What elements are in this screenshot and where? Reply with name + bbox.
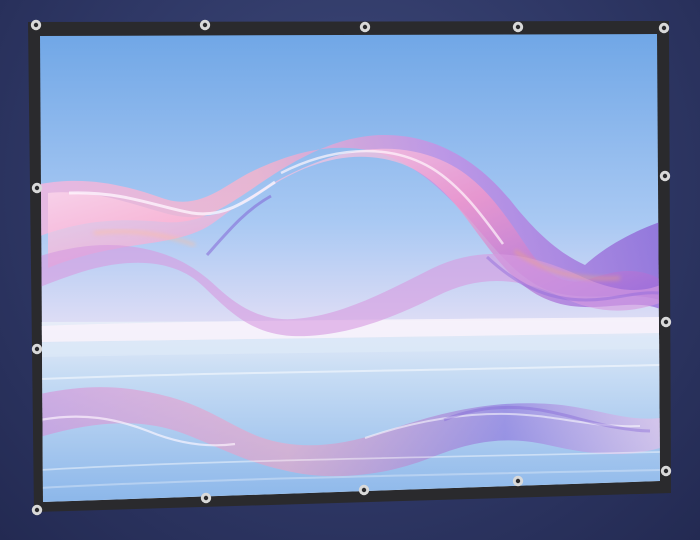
grommet-icon — [200, 492, 212, 504]
grommet-icon — [359, 21, 371, 33]
grommet-icon — [660, 465, 672, 477]
grommet-icon — [358, 484, 370, 496]
grommet-icon — [31, 343, 43, 355]
grommet-icon — [199, 19, 211, 31]
grommet-icon — [660, 316, 672, 328]
grommet-icon — [31, 182, 43, 194]
grommet-icon — [31, 504, 43, 516]
projector-screen-svg — [28, 19, 672, 516]
grommet-icon — [30, 19, 42, 31]
grommet-icon — [658, 22, 670, 34]
grommet-icon — [512, 21, 524, 33]
grommet-icon — [512, 475, 524, 487]
screen-image — [40, 34, 660, 502]
projector-screen-scene — [0, 0, 700, 540]
grommet-icon — [659, 170, 671, 182]
